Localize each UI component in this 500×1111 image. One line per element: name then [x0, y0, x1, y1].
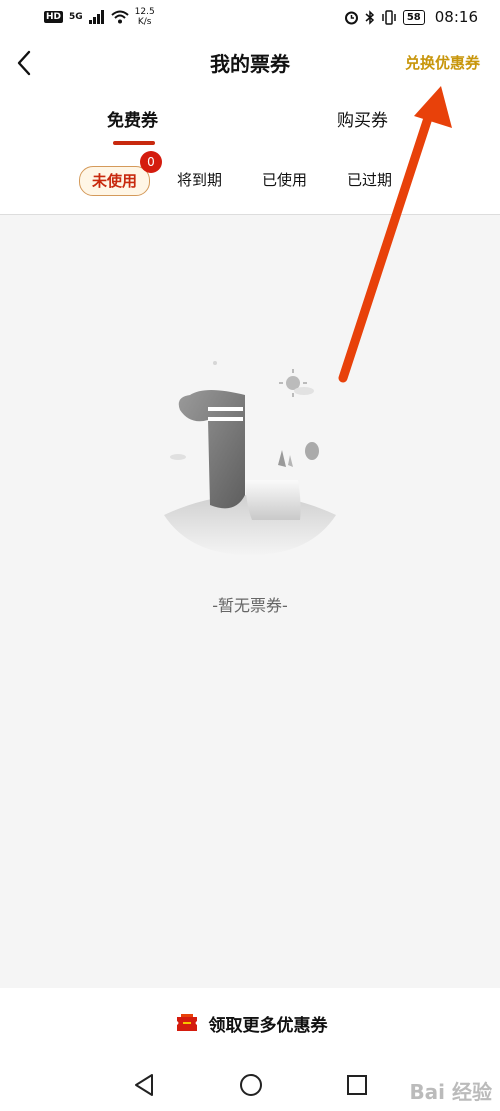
hd-icon: HD — [44, 11, 64, 23]
filter-unused[interactable]: 未使用 — [79, 166, 151, 196]
wifi-icon — [111, 10, 129, 24]
empty-state-illustration — [164, 361, 336, 555]
filter-expired[interactable]: 已过期 — [347, 166, 392, 194]
tab-free-coupons[interactable]: 免费券 — [107, 106, 158, 131]
battery-indicator: 58 — [402, 9, 425, 25]
get-more-coupons-label: 领取更多优惠券 — [208, 1015, 328, 1036]
status-bar: HD 5G 12.5 K/s 58 08:16 — [0, 0, 500, 34]
net-speed: 12.5 K/s — [135, 7, 155, 27]
net-speed-value: 12.5 — [134, 7, 155, 17]
tab-purchased-coupons[interactable]: 购买券 — [337, 106, 388, 131]
network-type: 5G — [69, 12, 83, 22]
main-tabs: 免费券 购买券 — [0, 92, 500, 152]
filter-expiring[interactable]: 将到期 — [177, 166, 222, 194]
nav-recent-apps-button[interactable] — [342, 1070, 372, 1100]
bluetooth-icon — [365, 9, 374, 25]
filter-used[interactable]: 已使用 — [262, 166, 307, 194]
status-right: 58 08:16 — [344, 8, 478, 26]
triangle-back-icon — [135, 1074, 153, 1096]
nav-home-button[interactable] — [236, 1070, 266, 1100]
status-left: HD 5G 12.5 K/s — [44, 7, 155, 27]
redeem-coupon-button[interactable]: 兑换优惠券 — [405, 52, 480, 73]
unused-count-badge: 0 — [140, 151, 162, 173]
circle-home-icon — [240, 1074, 262, 1096]
active-tab-indicator — [113, 141, 155, 145]
clock: 08:16 — [434, 8, 478, 26]
signal-icon — [88, 10, 104, 24]
alarm-icon — [344, 11, 358, 24]
red-ticket-icon — [176, 1014, 197, 1031]
watermark: Bai 经验 — [409, 1080, 492, 1104]
nav-back-button[interactable] — [130, 1070, 160, 1100]
bottom-action-bar: 领取更多优惠券 — [0, 988, 500, 1058]
net-speed-unit: K/s — [137, 17, 152, 27]
status-filter-tabs: 未使用 0 将到期 已使用 已过期 — [0, 151, 500, 215]
square-recent-icon — [347, 1075, 367, 1095]
empty-state-text: -暂无票券- — [212, 596, 288, 615]
get-more-coupons-button[interactable]: 领取更多优惠券 — [173, 1011, 328, 1036]
page-header: 我的票券 兑换优惠券 — [0, 34, 500, 92]
vibrate-icon — [382, 9, 396, 25]
system-nav-bar: Bai 经验 — [0, 1058, 500, 1111]
